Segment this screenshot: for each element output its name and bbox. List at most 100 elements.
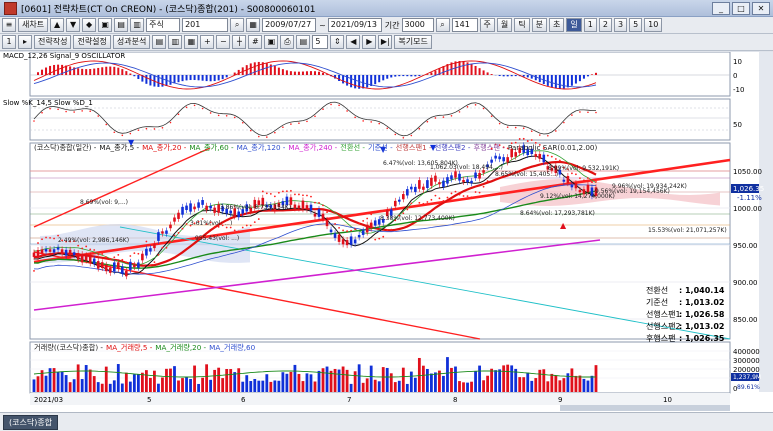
print-icon[interactable]: ⎙ bbox=[280, 35, 294, 49]
interval-1[interactable]: 1 bbox=[584, 18, 597, 32]
quick-icon-1[interactable]: ▲ bbox=[50, 18, 64, 32]
close-icon[interactable]: ✕ bbox=[752, 2, 770, 15]
step-forward-icon[interactable]: ▸ bbox=[18, 35, 32, 49]
prev-icon[interactable]: ◀ bbox=[346, 35, 360, 49]
sar-dot bbox=[322, 204, 324, 206]
vertical-scrollbar[interactable] bbox=[759, 52, 773, 392]
chart-area[interactable]: MACD_12,26 Signal_9 OSCILLATOR 10 0 -10 … bbox=[0, 52, 773, 412]
sar-dot bbox=[402, 212, 404, 214]
macd-bar bbox=[306, 71, 308, 75]
performance-analysis-button[interactable]: 성과분석 bbox=[113, 35, 150, 49]
macd-bar bbox=[483, 70, 485, 75]
volume-bar bbox=[281, 372, 284, 392]
macd-bar bbox=[202, 75, 204, 81]
strategy-write-button[interactable]: 전략작성 bbox=[34, 35, 71, 49]
macd-bar bbox=[406, 75, 408, 76]
period-input[interactable]: 3000 bbox=[402, 18, 434, 32]
layout-icon-1[interactable]: ▤ bbox=[152, 35, 166, 49]
interval-minute[interactable]: 분 bbox=[532, 18, 547, 32]
interval-5[interactable]: 5 bbox=[629, 18, 642, 32]
calendar-icon[interactable]: ▦ bbox=[246, 18, 260, 32]
period-search-icon[interactable]: ⌕ bbox=[436, 18, 450, 32]
table-icon[interactable]: ▤ bbox=[296, 35, 310, 49]
macd-bar bbox=[587, 75, 589, 76]
sar-dot bbox=[37, 242, 39, 244]
interval-3[interactable]: 3 bbox=[614, 18, 627, 32]
macd-bar bbox=[386, 75, 388, 79]
quick-icon-4[interactable]: ▣ bbox=[98, 18, 112, 32]
interval-second[interactable]: 초 bbox=[549, 18, 564, 32]
interval-week[interactable]: 주 bbox=[480, 18, 495, 32]
play-icon[interactable]: ▶ bbox=[362, 35, 376, 49]
candle-body bbox=[450, 175, 453, 179]
slow-dot bbox=[122, 135, 124, 137]
macd-bar bbox=[101, 67, 103, 75]
interval-day[interactable]: 일 bbox=[566, 18, 581, 32]
price-legend-item-8: 기준선 - bbox=[368, 143, 393, 152]
end-icon[interactable]: ▶| bbox=[378, 35, 392, 49]
volume-bar bbox=[109, 384, 112, 392]
layout-icon-2[interactable]: ▥ bbox=[168, 35, 182, 49]
end-date-input[interactable]: 2021/09/13 bbox=[328, 18, 382, 32]
step-count-input[interactable]: 5 bbox=[312, 35, 328, 49]
volume-bar bbox=[462, 382, 465, 392]
interval-2[interactable]: 2 bbox=[599, 18, 612, 32]
chart-svg[interactable]: MACD_12,26 Signal_9 OSCILLATOR 10 0 -10 … bbox=[0, 52, 773, 412]
dock-icon[interactable]: ≡ bbox=[2, 18, 16, 32]
quick-icon-2[interactable]: ▼ bbox=[66, 18, 80, 32]
candle-body bbox=[338, 235, 341, 242]
macd-bar bbox=[398, 75, 400, 76]
volume-bar bbox=[85, 365, 88, 392]
volume-legend-item-3: MA_거래량,20 - bbox=[155, 343, 206, 352]
slow-dot bbox=[346, 110, 348, 112]
count-input[interactable]: 141 bbox=[452, 18, 478, 32]
step-back-icon[interactable]: 1 bbox=[2, 35, 16, 49]
sar-dot bbox=[314, 202, 316, 204]
volume-bar bbox=[466, 383, 469, 392]
layout-icon-3[interactable]: ▦ bbox=[184, 35, 198, 49]
save-icon[interactable]: ▣ bbox=[264, 35, 278, 49]
replay-mode-button[interactable]: 복기모드 bbox=[394, 35, 431, 49]
horizontal-scrollbar[interactable] bbox=[560, 405, 730, 411]
candle-body bbox=[61, 249, 64, 254]
price-annotation-13: 3.86%(vol: 8,735,154K) bbox=[220, 204, 291, 211]
new-chart-button[interactable]: 새차트 bbox=[18, 18, 48, 32]
maximize-icon[interactable]: □ bbox=[732, 2, 750, 15]
strategy-settings-button[interactable]: 전략설정 bbox=[73, 35, 110, 49]
macd-panel[interactable] bbox=[30, 52, 730, 96]
interval-tick[interactable]: 틱 bbox=[514, 18, 529, 32]
quick-icon-3[interactable]: ◆ bbox=[82, 18, 96, 32]
macd-bar bbox=[282, 69, 284, 75]
search-icon[interactable]: ⌕ bbox=[230, 18, 244, 32]
volume-bar bbox=[458, 381, 461, 392]
grid-icon[interactable]: # bbox=[248, 35, 262, 49]
spin-icon[interactable]: ⇕ bbox=[330, 35, 344, 49]
slow-dot bbox=[306, 121, 308, 123]
info-value-1: : 1,040.14 bbox=[679, 286, 725, 295]
slow-dot bbox=[274, 132, 276, 134]
symbol-code-input[interactable]: 201 bbox=[182, 18, 228, 32]
candle-body bbox=[181, 207, 184, 215]
crosshair-icon[interactable]: ┼ bbox=[232, 35, 246, 49]
volume-bar bbox=[442, 376, 445, 392]
zoom-out-icon[interactable]: − bbox=[216, 35, 230, 49]
chart-tab[interactable]: (코스닥)종합 bbox=[3, 415, 58, 430]
quick-icon-6[interactable]: ▥ bbox=[130, 18, 144, 32]
quick-icon-5[interactable]: ▤ bbox=[114, 18, 128, 32]
interval-month[interactable]: 월 bbox=[497, 18, 512, 32]
slow-panel[interactable] bbox=[30, 99, 730, 140]
zoom-in-icon[interactable]: + bbox=[200, 35, 214, 49]
sar-dot bbox=[266, 192, 268, 194]
sar-dot bbox=[463, 195, 465, 197]
interval-10[interactable]: 10 bbox=[644, 18, 662, 32]
volume-bar bbox=[454, 367, 457, 392]
macd-bar bbox=[302, 72, 304, 75]
start-date-input[interactable]: 2009/07/27 bbox=[262, 18, 316, 32]
symbol-kind-select[interactable]: 주식 bbox=[146, 18, 180, 32]
volume-bar bbox=[550, 374, 553, 392]
sar-dot bbox=[374, 239, 376, 241]
status-bar: (코스닥)종합 bbox=[0, 412, 773, 431]
candle-body bbox=[462, 180, 465, 182]
volume-current: 1,237,9M bbox=[733, 374, 761, 381]
minimize-icon[interactable]: _ bbox=[712, 2, 730, 15]
